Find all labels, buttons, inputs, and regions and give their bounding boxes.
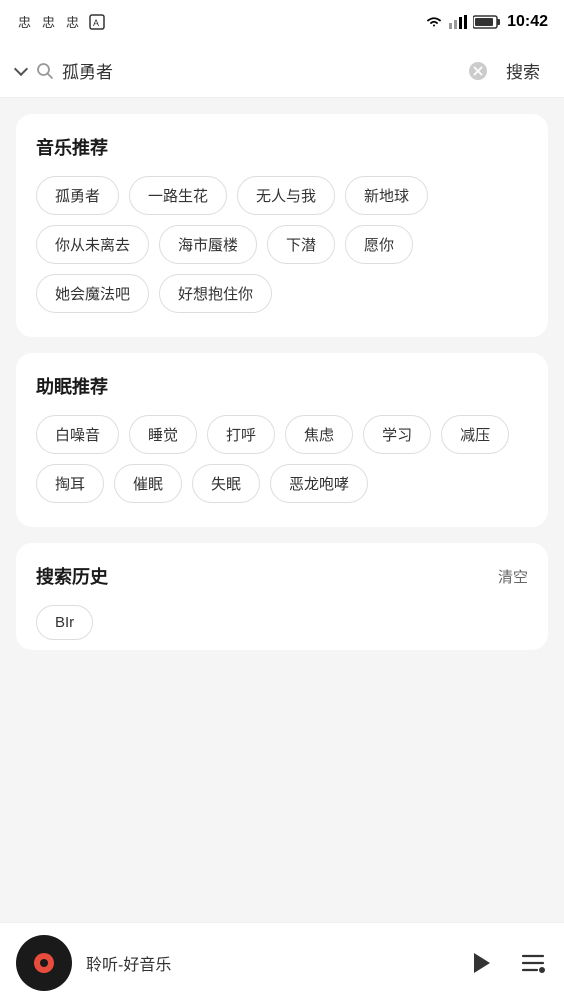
sleep-tag-8[interactable]: 失眠 [192, 464, 260, 503]
search-clear-button[interactable] [468, 61, 488, 81]
music-tag-5[interactable]: 海市蜃楼 [159, 225, 257, 264]
search-button[interactable]: 搜索 [498, 54, 548, 87]
sleep-recommendations-card: 助眠推荐 白噪音 睡觉 打呼 焦虑 学习 减压 掏耳 催眠 失眠 恶龙咆哮 [16, 353, 548, 527]
history-title: 搜索历史 [36, 563, 108, 589]
svg-text:忠: 忠 [42, 15, 55, 30]
wifi-icon [425, 15, 443, 29]
search-bar: 孤勇者 搜索 [0, 44, 564, 98]
search-query-text[interactable]: 孤勇者 [62, 58, 458, 83]
sleep-tag-3[interactable]: 焦虑 [285, 415, 353, 454]
player-title: 聆听-好音乐 [86, 951, 448, 975]
history-tags-wrap: BIr [36, 605, 528, 640]
sleep-tags-wrap: 白噪音 睡觉 打呼 焦虑 学习 减压 掏耳 催眠 失眠 恶龙咆哮 [36, 415, 528, 503]
sleep-tag-4[interactable]: 学习 [363, 415, 431, 454]
svg-text:A: A [93, 18, 99, 28]
carrier-icon-1: 忠 [16, 12, 36, 32]
search-dropdown[interactable] [16, 64, 26, 78]
player-disc[interactable] [16, 935, 72, 991]
disc-center [40, 959, 48, 967]
svg-text:忠: 忠 [66, 15, 79, 30]
status-bar: 忠 忠 忠 A [0, 0, 564, 44]
content-area: 音乐推荐 孤勇者 一路生花 无人与我 新地球 你从未离去 海市蜃楼 下潜 愿你 … [0, 98, 564, 912]
carrier-icon-2: 忠 [40, 12, 60, 32]
player-bar: 聆听-好音乐 [0, 922, 564, 1002]
svg-text:忠: 忠 [18, 15, 31, 30]
history-header: 搜索历史 清空 [36, 563, 528, 589]
music-tag-3[interactable]: 新地球 [345, 176, 428, 215]
sleep-tag-0[interactable]: 白噪音 [36, 415, 119, 454]
signal-icon [449, 15, 467, 29]
search-icon [36, 62, 54, 80]
sleep-tag-9[interactable]: 恶龙咆哮 [270, 464, 368, 503]
carrier-icon-3: 忠 [64, 12, 84, 32]
playlist-button[interactable] [518, 948, 548, 978]
playlist-icon [519, 949, 547, 977]
sleep-tag-1[interactable]: 睡觉 [129, 415, 197, 454]
music-tag-8[interactable]: 她会魔法吧 [36, 274, 149, 313]
battery-icon [473, 15, 501, 29]
music-tag-6[interactable]: 下潜 [267, 225, 335, 264]
music-tag-4[interactable]: 你从未离去 [36, 225, 149, 264]
search-history-card: 搜索历史 清空 BIr [16, 543, 548, 650]
play-button[interactable] [462, 945, 498, 981]
music-tag-2[interactable]: 无人与我 [237, 176, 335, 215]
music-tag-0[interactable]: 孤勇者 [36, 176, 119, 215]
music-tags-wrap: 孤勇者 一路生花 无人与我 新地球 你从未离去 海市蜃楼 下潜 愿你 她会魔法吧… [36, 176, 528, 313]
disc-inner [34, 953, 54, 973]
music-tag-9[interactable]: 好想抱住你 [159, 274, 272, 313]
sleep-section-title: 助眠推荐 [36, 373, 528, 399]
player-controls [462, 945, 548, 981]
status-bar-right: 10:42 [425, 13, 548, 31]
music-tag-7[interactable]: 愿你 [345, 225, 413, 264]
sim-icon: A [88, 13, 106, 31]
play-icon [464, 947, 496, 979]
clear-history-button[interactable]: 清空 [498, 566, 528, 587]
status-time: 10:42 [507, 13, 548, 31]
carrier-icons: 忠 忠 忠 A [16, 12, 106, 32]
sleep-tag-5[interactable]: 减压 [441, 415, 509, 454]
music-tag-1[interactable]: 一路生花 [129, 176, 227, 215]
sleep-tag-7[interactable]: 催眠 [114, 464, 182, 503]
chevron-down-icon [14, 61, 28, 75]
sleep-tag-6[interactable]: 掏耳 [36, 464, 104, 503]
status-bar-left: 忠 忠 忠 A [16, 12, 106, 32]
music-recommendations-card: 音乐推荐 孤勇者 一路生花 无人与我 新地球 你从未离去 海市蜃楼 下潜 愿你 … [16, 114, 548, 337]
sleep-tag-2[interactable]: 打呼 [207, 415, 275, 454]
music-section-title: 音乐推荐 [36, 134, 528, 160]
search-input-wrap: 孤勇者 [36, 58, 458, 83]
history-tag-0[interactable]: BIr [36, 605, 93, 640]
